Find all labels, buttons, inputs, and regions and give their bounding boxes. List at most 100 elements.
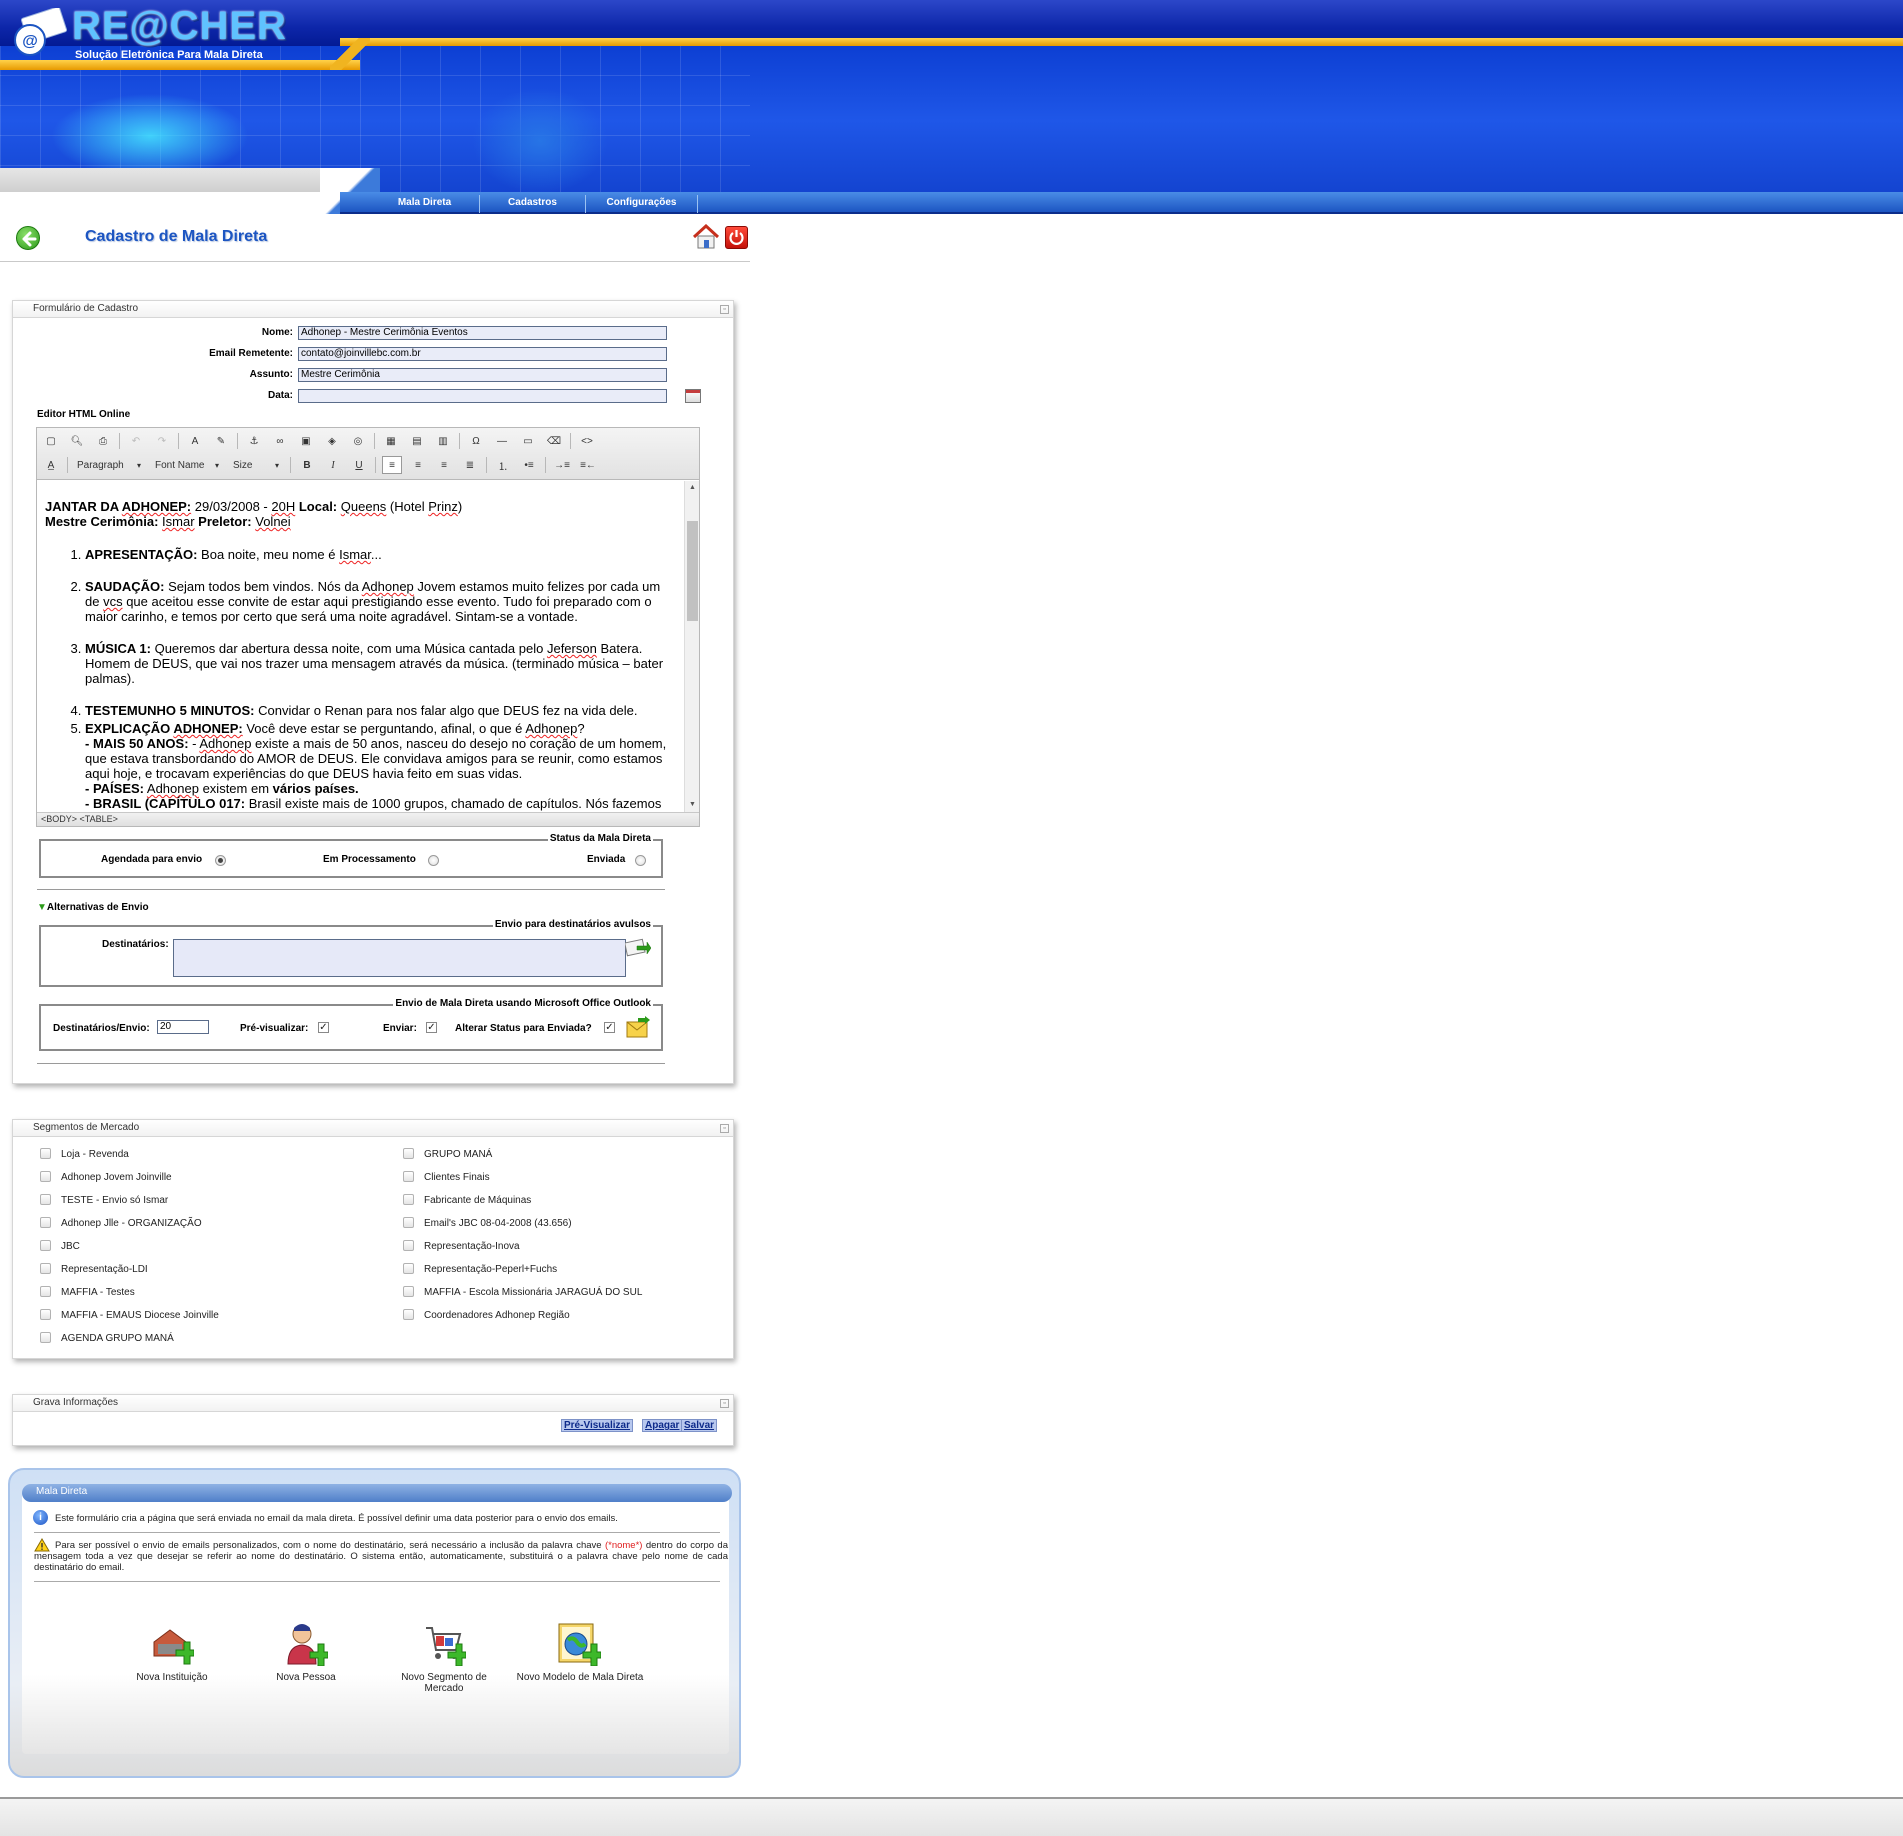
new-document-icon[interactable]: ▢ xyxy=(41,432,61,450)
bold-icon[interactable]: B xyxy=(297,456,317,474)
eraser-icon[interactable]: ⌫ xyxy=(544,432,564,450)
scroll-down-icon[interactable]: ▼ xyxy=(685,798,700,812)
back-arrow-icon[interactable] xyxy=(16,226,40,250)
cell-icon[interactable]: ▥ xyxy=(433,432,453,450)
segment-checkbox[interactable] xyxy=(40,1148,51,1159)
new-institution-label[interactable]: Nova Instituição xyxy=(112,1672,232,1683)
home-icon[interactable] xyxy=(692,224,720,250)
link-icon[interactable]: ∞ xyxy=(270,432,290,450)
send-checkbox[interactable]: ✓ xyxy=(426,1022,437,1033)
new-template-icon[interactable] xyxy=(557,1622,601,1666)
destinatarios-textarea[interactable] xyxy=(173,939,626,977)
divider xyxy=(37,889,665,890)
menu-cadastros[interactable]: Cadastros xyxy=(480,195,586,213)
segment-checkbox[interactable] xyxy=(403,1171,414,1182)
agenda-item: MÚSICA 1: Queremos dar abertura dessa no… xyxy=(85,641,677,686)
segment-checkbox[interactable] xyxy=(40,1240,51,1251)
anchor-icon[interactable]: ⚓︎ xyxy=(244,432,264,450)
image-icon[interactable]: ▣ xyxy=(296,432,316,450)
menu-mala-direta[interactable]: Mala Direta xyxy=(370,195,480,213)
data-input[interactable] xyxy=(298,389,667,403)
flash-icon[interactable]: ◈ xyxy=(322,432,342,450)
segment-checkbox[interactable] xyxy=(403,1309,414,1320)
new-institution-icon[interactable] xyxy=(150,1622,194,1666)
menu-configuracoes[interactable]: Configurações xyxy=(586,195,698,213)
undo-icon[interactable]: ↶ xyxy=(126,432,146,450)
editor-content[interactable]: JANTAR DA ADHONEP: 29/03/2008 - 20H Loca… xyxy=(37,481,685,812)
logout-power-icon[interactable] xyxy=(725,226,748,249)
indent-icon[interactable]: →≡ xyxy=(552,456,572,474)
bullet-list-icon[interactable]: •≡ xyxy=(519,456,539,474)
align-left-icon[interactable]: ≡ xyxy=(382,456,402,474)
new-segment-label[interactable]: Novo Segmento de Mercado xyxy=(384,1672,504,1694)
segment-checkbox[interactable] xyxy=(40,1309,51,1320)
assunto-input[interactable]: Mestre Cerimônia xyxy=(298,368,667,382)
segment-checkbox[interactable] xyxy=(403,1148,414,1159)
info-box-title: Mala Direta xyxy=(22,1484,732,1502)
segment-label: AGENDA GRUPO MANÁ xyxy=(61,1333,174,1344)
status-radio-agendada[interactable] xyxy=(215,855,226,866)
media-icon[interactable]: ◎ xyxy=(348,432,368,450)
alternatives-toggle[interactable]: ▼Alternativas de Envio xyxy=(37,902,149,913)
segment-checkbox[interactable] xyxy=(40,1194,51,1205)
collapse-icon[interactable]: ▫ xyxy=(720,1124,729,1133)
collapse-icon[interactable]: ▫ xyxy=(720,305,729,314)
calendar-icon[interactable] xyxy=(685,389,701,403)
outdent-icon[interactable]: ≡← xyxy=(578,456,598,474)
underline-icon[interactable]: U xyxy=(349,456,369,474)
new-segment-icon[interactable] xyxy=(422,1622,466,1666)
scroll-up-icon[interactable]: ▲ xyxy=(685,481,700,495)
segment-checkbox[interactable] xyxy=(40,1171,51,1182)
align-right-icon[interactable]: ≡ xyxy=(434,456,454,474)
highlight-icon[interactable]: ✎ xyxy=(211,432,231,450)
outlook-send-icon[interactable] xyxy=(625,1016,651,1040)
alter-status-checkbox[interactable]: ✓ xyxy=(604,1022,615,1033)
styles-icon[interactable]: A̲ xyxy=(41,456,61,474)
segment-checkbox[interactable] xyxy=(403,1217,414,1228)
segment-checkbox[interactable] xyxy=(40,1286,51,1297)
source-code-icon[interactable]: <> xyxy=(577,432,597,450)
status-radio-enviada[interactable] xyxy=(635,855,646,866)
status-radio-processamento[interactable] xyxy=(428,855,439,866)
segment-checkbox[interactable] xyxy=(403,1240,414,1251)
segment-checkbox[interactable] xyxy=(40,1332,51,1343)
ordered-list-icon[interactable]: ⒈ xyxy=(493,456,513,474)
italic-icon[interactable]: I xyxy=(323,456,343,474)
font-size-select[interactable]: Size xyxy=(230,457,282,473)
align-center-icon[interactable]: ≡ xyxy=(408,456,428,474)
table-icon[interactable]: ▦ xyxy=(381,432,401,450)
header-gold-stripe-left xyxy=(0,60,360,70)
special-char-icon[interactable]: Ω xyxy=(466,432,486,450)
editor-scrollbar[interactable]: ▲ ▼ xyxy=(684,481,699,812)
nome-input[interactable]: Adhonep - Mestre Cerimônia Eventos xyxy=(298,326,667,340)
new-person-icon[interactable] xyxy=(284,1622,328,1666)
new-person-label[interactable]: Nova Pessoa xyxy=(246,1672,366,1683)
per-send-input[interactable]: 20 xyxy=(157,1020,209,1034)
send-envelope-icon[interactable] xyxy=(625,936,651,958)
save-button[interactable]: Salvar xyxy=(681,1419,718,1432)
print-icon[interactable]: ⎙ xyxy=(93,432,113,450)
scroll-thumb[interactable] xyxy=(687,521,698,621)
segment-checkbox[interactable] xyxy=(403,1194,414,1205)
new-template-label[interactable]: Novo Modelo de Mala Direta xyxy=(515,1672,645,1683)
collapse-icon[interactable]: ▫ xyxy=(720,1399,729,1408)
delete-button[interactable]: Apagar xyxy=(642,1419,683,1432)
align-justify-icon[interactable]: ≣ xyxy=(460,456,480,474)
form-icon[interactable]: ▭ xyxy=(518,432,538,450)
segment-checkbox[interactable] xyxy=(403,1286,414,1297)
segment-label: Adhonep Jlle - ORGANIZAÇÃO xyxy=(61,1218,202,1229)
segment-checkbox[interactable] xyxy=(40,1217,51,1228)
redo-icon[interactable]: ↷ xyxy=(152,432,172,450)
font-name-select[interactable]: Font Name xyxy=(152,457,222,473)
editor-toolbar-row-2: A̲ Paragraph Font Name Size B I U ≡ ≡ ≡ … xyxy=(41,454,604,476)
edit-table-icon[interactable]: ▤ xyxy=(407,432,427,450)
segment-checkbox[interactable] xyxy=(403,1263,414,1274)
paragraph-select[interactable]: Paragraph xyxy=(74,457,144,473)
horizontal-rule-icon[interactable]: — xyxy=(492,432,512,450)
email-input[interactable]: contato@joinvillebc.com.br xyxy=(298,347,667,361)
preview-checkbox[interactable]: ✓ xyxy=(318,1022,329,1033)
preview-icon[interactable]: 🔍︎ xyxy=(67,432,87,450)
segment-checkbox[interactable] xyxy=(40,1263,51,1274)
preview-button[interactable]: Pré-Visualizar xyxy=(561,1419,633,1432)
text-color-icon[interactable]: A xyxy=(185,432,205,450)
